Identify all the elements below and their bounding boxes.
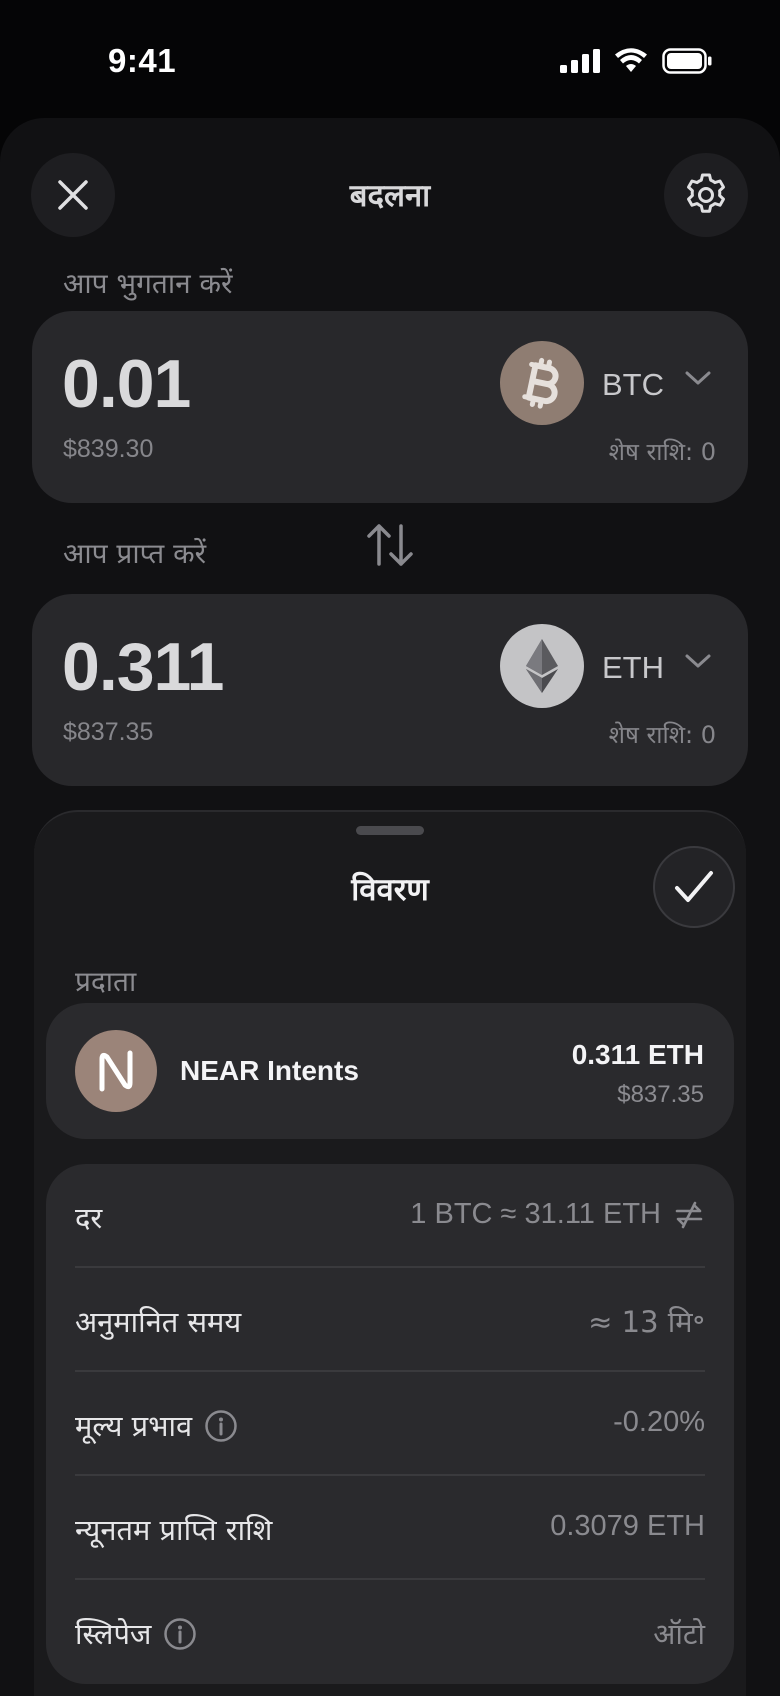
detail-value: -0.20%	[613, 1406, 705, 1438]
pay-amount-input[interactable]: 0.01	[62, 345, 191, 423]
detail-value[interactable]: 1 BTC ≈ 31.11 ETH	[410, 1198, 705, 1231]
ethereum-icon	[500, 624, 584, 708]
sheet-grabber[interactable]	[356, 826, 424, 835]
signal-icon	[560, 49, 600, 73]
settings-button[interactable]	[664, 153, 748, 237]
detail-value: ≈ 13 मि॰	[588, 1305, 705, 1339]
status-time: 9:41	[108, 42, 177, 79]
detail-label: स्लिपेज	[75, 1614, 197, 1653]
receive-amount: 0.311	[62, 629, 224, 705]
detail-value: 0.3079 ETH	[550, 1510, 705, 1542]
wifi-icon	[615, 48, 647, 72]
info-icon[interactable]	[204, 1409, 238, 1443]
pay-label: आप भुगतान करें	[63, 267, 233, 300]
checkmark-icon	[675, 871, 713, 902]
provider-amount: 0.311 ETH	[571, 1039, 704, 1070]
receive-fiat-value: $837.35	[63, 718, 154, 746]
detail-row-estimated-time: अनुमानित समय ≈ 13 मि॰	[75, 1268, 705, 1372]
detail-row-minimum-received: न्यूनतम प्राप्ति राशि 0.3079 ETH	[75, 1476, 705, 1580]
pay-fiat-value: $839.30	[63, 435, 154, 463]
receive-label: आप प्राप्त करें	[63, 537, 207, 570]
confirm-button[interactable]	[653, 846, 735, 928]
provider-fiat: $837.35	[617, 1081, 704, 1108]
detail-row-price-impact: मूल्य प्रभाव -0.20%	[75, 1372, 705, 1476]
chevron-down-icon[interactable]	[684, 652, 712, 670]
battery-icon	[662, 48, 712, 74]
provider-name: NEAR Intents	[180, 1055, 359, 1086]
chevron-down-icon[interactable]	[684, 369, 712, 387]
gear-icon	[687, 173, 725, 213]
detail-label: न्यूनतम प्राप्ति राशि	[75, 1513, 273, 1547]
receive-token-selector[interactable]: ETH	[602, 650, 664, 686]
details-card: दर 1 BTC ≈ 31.11 ETH अनुमानित समय ≈ 13 म…	[46, 1164, 734, 1684]
detail-label: मूल्य प्रभाव	[75, 1406, 238, 1445]
pay-card[interactable]: 0.01 $839.30 BTC शेष राशि: 0	[32, 311, 748, 503]
provider-card[interactable]: NEAR Intents 0.311 ETH $837.35	[46, 1003, 734, 1139]
info-icon[interactable]	[163, 1617, 197, 1651]
provider-label: प्रदाता	[75, 965, 137, 998]
detail-row-slippage[interactable]: स्लिपेज ऑटो	[75, 1580, 705, 1684]
swap-arrows-icon[interactable]	[364, 522, 416, 568]
status-bar: 9:41	[0, 0, 780, 120]
detail-label: अनुमानित समय	[75, 1305, 242, 1339]
pay-token-selector[interactable]: BTC	[602, 367, 664, 403]
detail-row-rate: दर 1 BTC ≈ 31.11 ETH	[75, 1164, 705, 1268]
invert-rate-icon[interactable]	[673, 1200, 705, 1230]
page-title: बदलना	[349, 178, 431, 214]
bitcoin-icon	[500, 341, 584, 425]
near-logo-icon	[75, 1030, 157, 1112]
receive-balance: शेष राशि: 0	[608, 721, 716, 749]
detail-value[interactable]: ऑटो	[653, 1614, 705, 1653]
pay-balance: शेष राशि: 0	[608, 438, 716, 466]
status-icons	[560, 48, 712, 74]
receive-card[interactable]: 0.311 $837.35 ETH शेष राशि: 0	[32, 594, 748, 786]
detail-label: दर	[75, 1201, 103, 1235]
